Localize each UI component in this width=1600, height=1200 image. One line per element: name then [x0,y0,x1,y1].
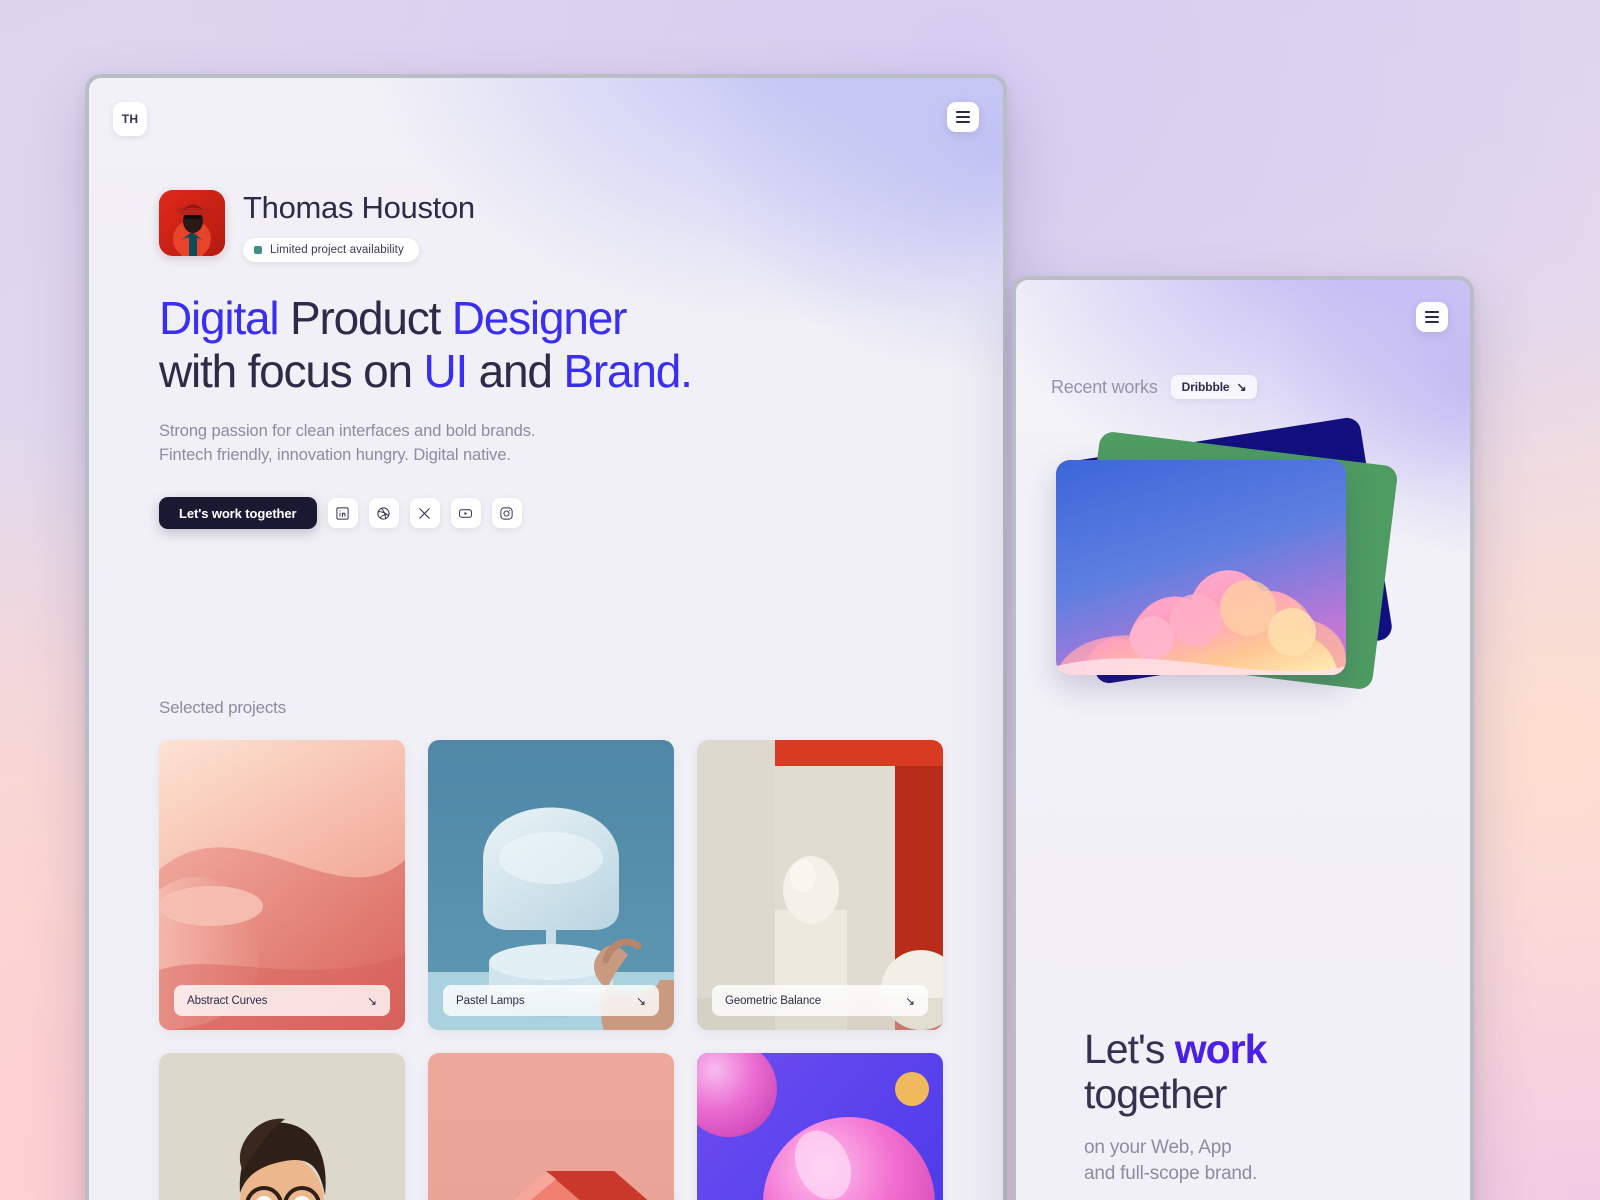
dribbble-icon[interactable] [368,498,399,529]
project-card[interactable] [697,1053,943,1200]
projects-grid: Abstract Curves ↘ Pastel Lamps ↘ Geometr… [159,740,947,1200]
headline-text-focus: with focus on [159,344,424,397]
project-art-character-portrait [159,1053,405,1200]
side-cta-subtext-line-1: on your Web, App [1084,1136,1232,1158]
identity-column: Thomas Houston Limited project availabil… [243,190,475,262]
hamburger-icon [956,108,970,125]
side-window-viewport: Recent works Dribbble ↘ Let's work toget… [1016,280,1470,1200]
project-card[interactable]: Geometric Balance ↘ [697,740,943,1030]
arrow-down-right-icon: ↘ [636,993,646,1008]
project-card[interactable]: Abstract Curves ↘ [159,740,405,1030]
main-window-viewport: TH Thomas Houston Limited project availa… [89,78,1003,1200]
headline-line-2: with focus on UI and Brand. [159,345,943,398]
secondary-browser-window: Recent works Dribbble ↘ Let's work toget… [1012,276,1474,1200]
hero-actions: Let's work together [159,497,943,530]
dribbble-link-button[interactable]: Dribbble ↘ [1170,375,1258,399]
recent-works-label: Recent works [1051,376,1158,397]
recent-works-header: Recent works Dribbble ↘ [1051,375,1258,399]
hamburger-menu-button[interactable] [947,102,979,132]
status-badge-label: Limited project availability [270,243,404,256]
youtube-icon[interactable] [450,498,481,529]
status-badge: Limited project availability [243,237,419,262]
project-card[interactable] [159,1053,405,1200]
headline-word-product: Product [278,291,452,344]
lets-work-together-button[interactable]: Let's work together [159,497,317,530]
headline-word-ui: UI [423,344,468,397]
hero-headline: Digital Product Designer with focus on U… [159,292,943,398]
headline-word-brand: Brand [563,344,681,397]
x-twitter-icon[interactable] [409,498,440,529]
arrow-down-right-icon: ↘ [367,993,377,1008]
subcopy-line-2: Fintech friendly, innovation hungry. Dig… [159,445,511,464]
arrow-down-right-icon: ↘ [905,993,915,1008]
headline-line-1: Digital Product Designer [159,292,943,345]
project-card-tag: Abstract Curves ↘ [174,985,390,1016]
stack-sheet-cloud-artwork [1056,460,1346,675]
project-art-purple-bubbles [697,1053,943,1200]
project-card-title: Pastel Lamps [456,994,525,1007]
subcopy-line-1: Strong passion for clean interfaces and … [159,421,536,440]
main-topbar: TH [113,102,979,142]
headline-text-and: and [467,344,564,397]
side-cta-subtext: on your Web, App and full-scope brand. [1084,1135,1430,1188]
dribbble-link-label: Dribbble [1181,380,1230,394]
headline-word-designer: Designer [451,291,628,344]
status-dot-icon [254,245,262,254]
project-card[interactable]: Pastel Lamps ↘ [428,740,674,1030]
main-browser-window: TH Thomas Houston Limited project availa… [85,74,1007,1200]
headline-period: . [680,344,693,397]
selected-projects-heading: Selected projects [159,698,287,717]
side-cta-heading-together: together [1084,1070,1227,1117]
project-card-tag: Pastel Lamps ↘ [443,985,659,1016]
linkedin-icon[interactable] [327,498,358,529]
logo-initials-chip[interactable]: TH [113,102,147,136]
arrow-down-right-icon: ↘ [1236,380,1247,394]
hero-section: Thomas Houston Limited project availabil… [159,190,943,530]
page-title: Thomas Houston [243,190,475,225]
project-card-title: Geometric Balance [725,994,822,1007]
hamburger-icon [1425,308,1439,325]
side-topbar [1038,302,1448,342]
avatar [159,190,225,256]
hamburger-menu-button[interactable] [1416,302,1448,332]
identity-row: Thomas Houston Limited project availabil… [159,190,943,262]
hero-subcopy: Strong passion for clean interfaces and … [159,420,943,468]
project-card-title: Abstract Curves [187,994,268,1007]
side-cta-heading-work: work [1174,1026,1268,1073]
instagram-icon[interactable] [491,498,522,529]
project-art-pink-house [428,1053,674,1200]
headline-word-digital: Digital [159,291,280,344]
side-cta-subtext-line-2: and full-scope brand. [1084,1163,1258,1185]
side-cta-block: Let's work together on your Web, App and… [1084,1027,1430,1188]
project-card-tag: Geometric Balance ↘ [712,985,928,1016]
project-card[interactable] [428,1053,674,1200]
side-cta-heading: Let's work together [1084,1027,1430,1116]
logo-initials-text: TH [121,112,139,126]
recent-works-card-stack[interactable] [1056,410,1399,710]
side-cta-heading-lets: Let's [1084,1026,1175,1073]
